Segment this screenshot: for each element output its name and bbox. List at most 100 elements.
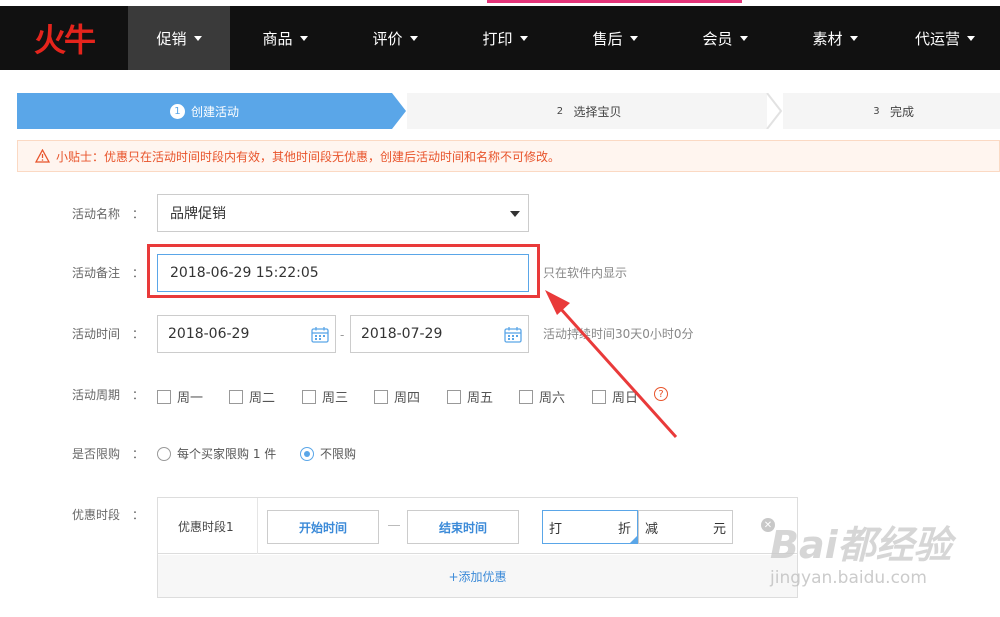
nav-item-print[interactable]: 打印 <box>450 6 560 70</box>
step-progress: 1 创建活动 2 选择宝贝 3 完成 <box>17 93 1000 129</box>
help-icon[interactable]: ? <box>654 387 668 401</box>
step-number: 3 <box>873 105 880 117</box>
nav-label: 评价 <box>372 29 403 48</box>
nav-item-member[interactable]: 会员 <box>670 6 780 70</box>
checkbox-label: 周六 <box>539 391 566 406</box>
step-label: 创建活动 <box>190 104 239 119</box>
chevron-down-icon <box>629 35 638 41</box>
chevron-down-icon <box>967 35 975 41</box>
label-text: 活动时间 <box>72 327 121 341</box>
step-arrow <box>392 93 406 129</box>
discount-input[interactable]: 打 折 <box>542 510 638 544</box>
warning-icon <box>35 149 50 163</box>
duration-hint: 活动持续时间30天0小时0分 <box>543 327 694 341</box>
checkbox[interactable] <box>374 389 388 404</box>
calendar-icon[interactable] <box>311 326 329 343</box>
radio-label: 不限购 <box>320 447 357 461</box>
label-colon: ： <box>132 508 145 522</box>
input-value: 2018-06-29 15:22:05 <box>170 265 319 281</box>
label-text: 活动备注 <box>72 266 121 280</box>
checkbox[interactable] <box>519 389 533 404</box>
nav-item-operation[interactable]: 代运营 <box>890 6 1000 70</box>
weekday-checkbox-sun[interactable]: 周日 <box>592 387 638 406</box>
checkbox-label: 周日 <box>612 391 639 406</box>
step-number: 1 <box>169 103 185 119</box>
time-separator <box>388 525 400 526</box>
label-text: 活动周期 <box>72 388 121 402</box>
limit-radio-one[interactable]: 每个买家限购 1 件 <box>157 445 276 462</box>
calendar-icon[interactable] <box>504 326 522 343</box>
select-value: 品牌促销 <box>170 206 226 222</box>
weekday-checkbox-tue[interactable]: 周二 <box>229 387 275 406</box>
note-hint: 只在软件内显示 <box>543 266 628 280</box>
purchase-limit-label: 是否限购 ： <box>72 445 144 462</box>
divider <box>257 498 258 554</box>
segment-name: 优惠时段1 <box>178 520 234 534</box>
start-time-button[interactable]: 开始时间 <box>267 510 379 544</box>
weekday-checkbox-thu[interactable]: 周四 <box>374 387 420 406</box>
watermark: Bai都经验 jingyan.baidu.com <box>760 508 960 598</box>
logo-text: 火牛 <box>33 21 96 59</box>
weekday-checkbox-mon[interactable]: 周一 <box>157 387 203 406</box>
input-value: 2018-07-29 <box>361 326 443 342</box>
chevron-down-icon <box>849 35 858 41</box>
nav-label: 代运营 <box>914 29 960 48</box>
discount-period-label: 优惠时段 ： <box>72 506 144 523</box>
radio-selected[interactable] <box>300 446 314 461</box>
checkbox[interactable] <box>592 389 606 404</box>
tip-banner: 小贴士：优惠只在活动时间时段内有效，其他时间段无优惠，创建后活动时间和名称不可修… <box>17 140 1000 172</box>
nav-item-promo[interactable]: 促销 <box>128 6 230 70</box>
end-time-button[interactable]: 结束时间 <box>407 510 519 544</box>
nav-label: 促销 <box>156 29 187 48</box>
checkbox-label: 周五 <box>467 391 494 406</box>
add-discount-button[interactable]: +添加优惠 <box>158 555 797 597</box>
chevron-down-icon <box>299 35 308 41</box>
activity-note-input[interactable]: 2018-06-29 15:22:05 <box>157 254 529 292</box>
input-suffix: 元 <box>712 521 726 537</box>
discount-panel: 优惠时段1 开始时间 结束时间 打 折 减 元 ✕ +添加优惠 <box>157 497 798 598</box>
label-colon: ： <box>132 388 145 402</box>
activity-time-label: 活动时间 ： <box>72 325 144 342</box>
checkbox[interactable] <box>447 389 461 404</box>
activity-note-label: 活动备注 ： <box>72 264 144 281</box>
activity-cycle-label: 活动周期 ： <box>72 386 144 403</box>
checkbox[interactable] <box>302 389 316 404</box>
nav-item-aftersale[interactable]: 售后 <box>560 6 670 70</box>
checkbox-label: 周一 <box>177 391 204 406</box>
weekday-checkbox-sat[interactable]: 周六 <box>519 387 565 406</box>
nav-label: 会员 <box>702 29 733 48</box>
corner-mark <box>629 535 638 544</box>
tip-text: 小贴士：优惠只在活动时间时段内有效，其他时间段无优惠，创建后活动时间和名称不可修… <box>56 149 561 164</box>
checkbox-label: 周三 <box>322 391 349 406</box>
nav-label: 商品 <box>262 29 293 48</box>
chevron-down-icon <box>519 35 528 41</box>
chevron-down-icon <box>739 35 748 41</box>
nav-label: 素材 <box>812 29 843 48</box>
watermark-url: jingyan.baidu.com <box>770 568 927 588</box>
step-number: 2 <box>556 105 564 117</box>
minus-amount-input[interactable]: 减 元 <box>638 510 733 544</box>
input-value: 2018-06-29 <box>168 326 250 342</box>
nav-item-goods[interactable]: 商品 <box>230 6 340 70</box>
label-colon: ： <box>132 266 145 280</box>
end-date-input[interactable]: 2018-07-29 <box>350 315 529 353</box>
label-colon: ： <box>132 207 145 221</box>
activity-name-select[interactable]: 品牌促销 <box>157 194 529 232</box>
checkbox[interactable] <box>157 389 171 404</box>
nav-item-review[interactable]: 评价 <box>340 6 450 70</box>
watermark-logo: Bai都经验 <box>770 523 952 567</box>
limit-radio-unlimited[interactable]: 不限购 <box>300 445 356 462</box>
checkbox[interactable] <box>229 389 243 404</box>
start-date-input[interactable]: 2018-06-29 <box>157 315 336 353</box>
step-label: 完成 <box>889 104 914 119</box>
checkbox-label: 周四 <box>394 391 421 406</box>
logo[interactable]: 火牛 <box>0 6 128 70</box>
radio[interactable] <box>157 446 171 461</box>
chevron-down-icon <box>193 35 202 41</box>
step-create-activity: 1 创建活动 <box>17 93 392 129</box>
nav-item-material[interactable]: 素材 <box>780 6 890 70</box>
weekday-checkbox-wed[interactable]: 周三 <box>302 387 348 406</box>
checkbox-label: 周二 <box>249 391 276 406</box>
activity-name-label: 活动名称 ： <box>72 205 144 222</box>
weekday-checkbox-fri[interactable]: 周五 <box>447 387 493 406</box>
